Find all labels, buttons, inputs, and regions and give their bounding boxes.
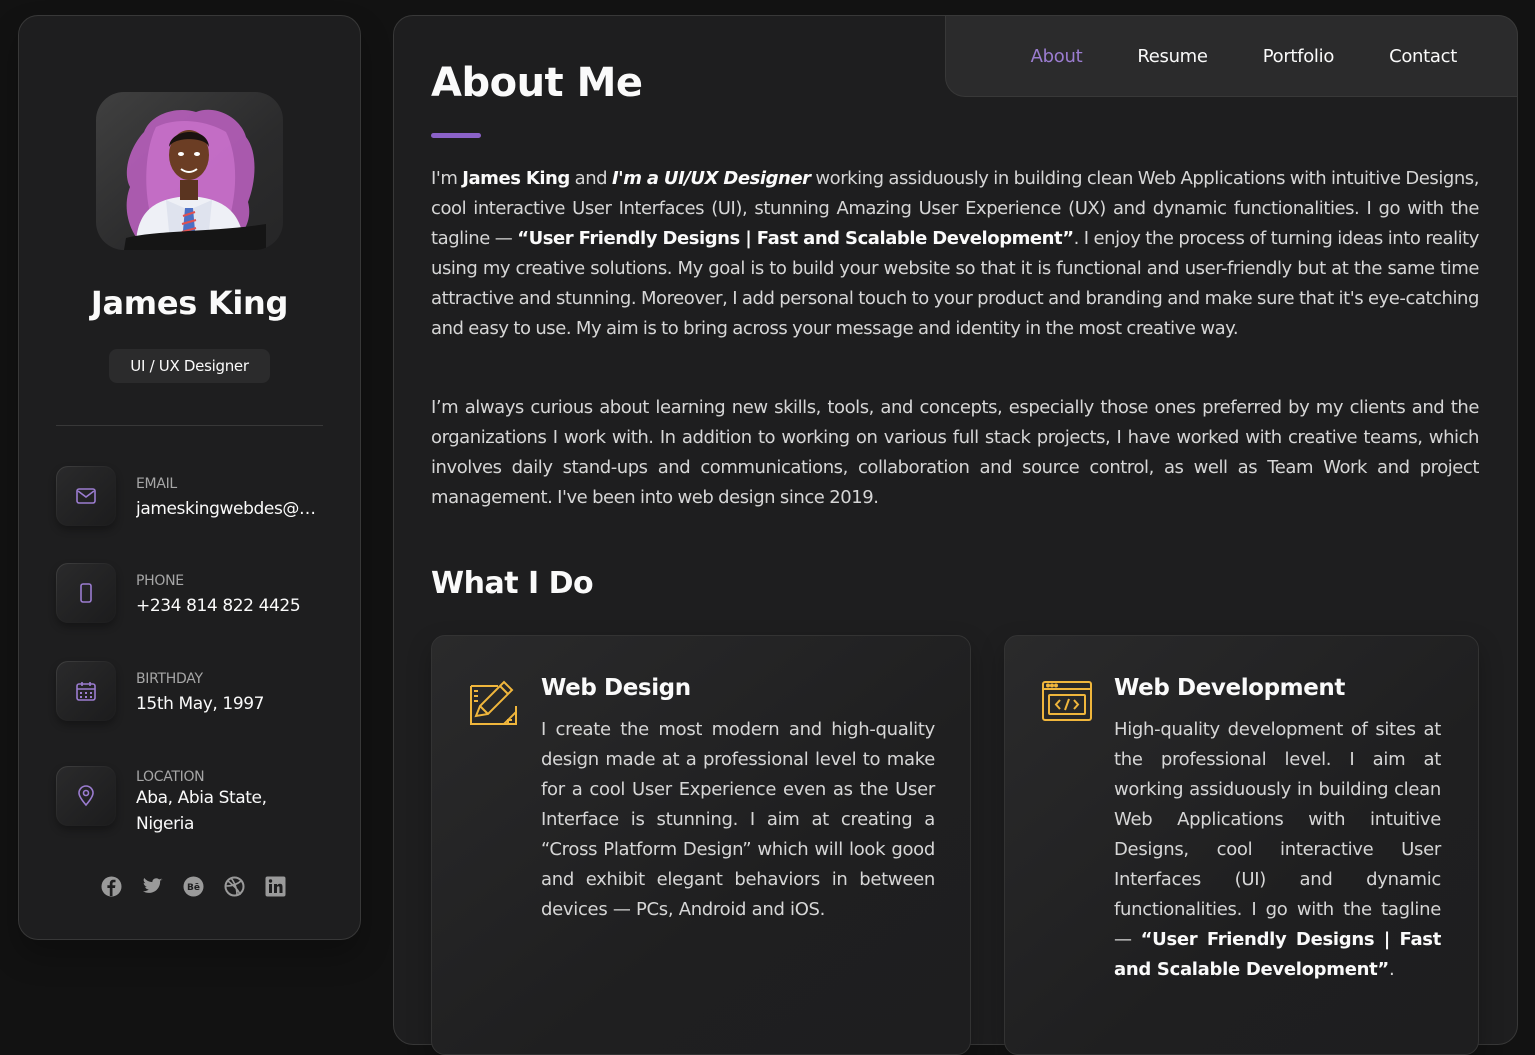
calendar-icon bbox=[56, 661, 116, 721]
service-title: Web Development bbox=[1114, 675, 1345, 701]
service-text: High-quality development of sites at the… bbox=[1114, 719, 1441, 950]
service-card-web-development: Web Development High-quality development… bbox=[1004, 635, 1479, 1055]
email-link[interactable]: jameskingwebdes@gmail.com bbox=[136, 499, 326, 519]
about-name: James King bbox=[462, 168, 570, 189]
nav-contact[interactable]: Contact bbox=[1389, 46, 1457, 67]
behance-icon[interactable]: Bē bbox=[183, 876, 204, 897]
twitter-icon[interactable] bbox=[142, 876, 163, 897]
code-window-icon bbox=[1041, 676, 1093, 728]
profile-sidebar: James King UI / UX Designer EMAIL jamesk… bbox=[18, 15, 361, 940]
top-navbar: About Resume Portfolio Contact bbox=[945, 15, 1518, 97]
email-label: EMAIL bbox=[136, 476, 177, 492]
mail-icon bbox=[56, 466, 116, 526]
main-content: About Resume Portfolio Contact About Me … bbox=[393, 15, 1518, 1055]
service-title: Web Design bbox=[541, 675, 691, 701]
location-value: Aba, Abia State, Nigeria bbox=[136, 788, 267, 834]
about-tagline: “User Friendly Designs | Fast and Scalab… bbox=[517, 228, 1074, 249]
profile-name: James King bbox=[90, 284, 289, 322]
birthday-value: 15th May, 1997 bbox=[136, 694, 265, 714]
service-card-web-design: Web Design I create the most modern and … bbox=[431, 635, 971, 1055]
svg-text:Bē: Bē bbox=[187, 883, 200, 893]
page-title: About Me bbox=[431, 60, 643, 106]
social-links: Bē bbox=[101, 876, 286, 897]
linkedin-icon[interactable] bbox=[265, 876, 286, 897]
phone-icon bbox=[56, 563, 116, 623]
about-role: I'm a UI/UX Designer bbox=[611, 168, 811, 189]
services-heading: What I Do bbox=[431, 566, 594, 601]
phone-link[interactable]: +234 814 822 4425 bbox=[136, 596, 326, 616]
nav-resume[interactable]: Resume bbox=[1137, 46, 1208, 67]
design-tools-icon bbox=[468, 676, 520, 728]
dribbble-icon[interactable] bbox=[224, 876, 245, 897]
service-description: High-quality development of sites at the… bbox=[1114, 715, 1441, 985]
about-text: and bbox=[569, 168, 612, 189]
location-label: LOCATION bbox=[136, 769, 205, 785]
avatar bbox=[96, 92, 283, 250]
profile-title-badge: UI / UX Designer bbox=[109, 349, 270, 383]
nav-about[interactable]: About bbox=[1031, 46, 1083, 67]
birthday-label: BIRTHDAY bbox=[136, 671, 203, 687]
about-paragraph-2: I’m always curious about learning new sk… bbox=[431, 397, 1479, 508]
service-description: I create the most modern and high-qualit… bbox=[541, 719, 935, 920]
title-underline bbox=[431, 133, 481, 138]
about-text: I'm bbox=[431, 168, 463, 189]
about-paragraph-1: I'm James King and I'm a UI/UX Designer … bbox=[431, 164, 1479, 344]
nav-portfolio[interactable]: Portfolio bbox=[1263, 46, 1335, 67]
location-pin-icon bbox=[56, 766, 116, 826]
facebook-icon[interactable] bbox=[101, 876, 122, 897]
phone-label: PHONE bbox=[136, 573, 184, 589]
sidebar-separator bbox=[56, 425, 323, 426]
service-text-end: . bbox=[1388, 959, 1395, 980]
avatar-photo bbox=[124, 109, 266, 250]
